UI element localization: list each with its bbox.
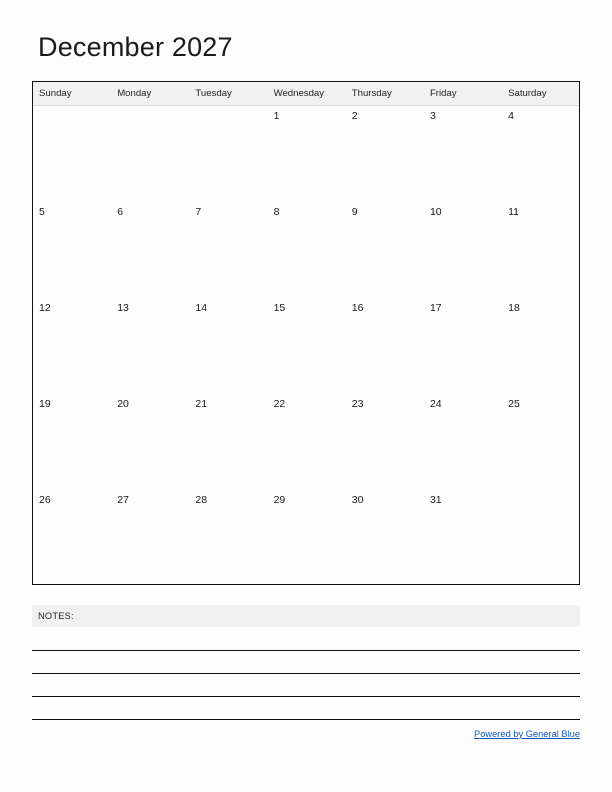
weekday-header-friday: Friday <box>429 88 457 99</box>
day-number: 19 <box>39 398 51 410</box>
day-number: 24 <box>429 398 442 410</box>
day-cell[interactable]: 31 <box>424 490 502 586</box>
weekday-header-wednesday: Wednesday <box>273 88 325 99</box>
day-cell[interactable] <box>189 106 267 202</box>
day-number: 12 <box>39 302 51 314</box>
day-number: 23 <box>351 398 364 410</box>
week-row: 19 20 21 22 23 24 25 <box>33 394 579 490</box>
notes-writing-area[interactable] <box>32 627 580 723</box>
day-cell[interactable]: 15 <box>268 298 346 394</box>
day-cell[interactable]: 29 <box>268 490 346 586</box>
day-number: 28 <box>195 494 208 506</box>
day-number: 9 <box>351 206 358 218</box>
day-number: 16 <box>351 302 364 314</box>
day-number: 8 <box>273 206 280 218</box>
week-row: 1 2 3 4 <box>33 106 579 202</box>
day-number: 29 <box>273 494 286 506</box>
day-cell[interactable]: 3 <box>424 106 502 202</box>
day-cell[interactable]: 20 <box>111 394 189 490</box>
day-number: 4 <box>508 110 514 122</box>
day-number: 7 <box>195 206 202 218</box>
day-number: 31 <box>429 494 442 506</box>
note-line <box>32 696 580 697</box>
day-cell[interactable]: 23 <box>346 394 424 490</box>
day-cell[interactable]: 30 <box>346 490 424 586</box>
day-number: 27 <box>117 494 129 506</box>
day-cell[interactable]: 5 <box>33 202 111 298</box>
day-cell[interactable]: 28 <box>189 490 267 586</box>
day-cell[interactable] <box>33 106 111 202</box>
day-number: 3 <box>429 110 436 122</box>
weekday-header-sunday: Sunday <box>39 88 72 99</box>
day-cell[interactable]: 10 <box>424 202 502 298</box>
weekday-header-tuesday: Tuesday <box>195 88 232 99</box>
day-cell[interactable]: 25 <box>502 394 580 490</box>
day-number: 6 <box>117 206 124 218</box>
day-number: 5 <box>39 206 45 218</box>
day-number: 30 <box>351 494 364 506</box>
day-cell[interactable]: 13 <box>111 298 189 394</box>
day-number: 18 <box>508 302 520 314</box>
day-cell[interactable]: 4 <box>502 106 580 202</box>
day-cell[interactable]: 14 <box>189 298 267 394</box>
day-cell[interactable]: 27 <box>111 490 189 586</box>
notes-label: NOTES: <box>38 611 74 621</box>
day-cell[interactable]: 19 <box>33 394 111 490</box>
day-cell[interactable] <box>502 490 580 586</box>
calendar-grid: Sunday Monday Tuesday Wednesday Thursday… <box>32 81 580 585</box>
day-cell[interactable] <box>111 106 189 202</box>
day-number: 14 <box>195 302 208 314</box>
weekday-header-saturday: Saturday <box>508 88 547 99</box>
day-cell[interactable]: 18 <box>502 298 580 394</box>
day-cell[interactable]: 12 <box>33 298 111 394</box>
day-number: 17 <box>429 302 442 314</box>
day-cell[interactable]: 8 <box>268 202 346 298</box>
note-line <box>32 673 580 674</box>
day-cell[interactable]: 11 <box>502 202 580 298</box>
day-number: 11 <box>508 206 520 218</box>
weekday-header-row: Sunday Monday Tuesday Wednesday Thursday… <box>33 82 579 106</box>
note-line <box>32 650 580 651</box>
week-row: 5 6 7 8 9 10 11 <box>33 202 579 298</box>
calendar-page: December 2027 Sunday Monday Tuesday Wedn… <box>0 0 612 792</box>
day-cell[interactable]: 17 <box>424 298 502 394</box>
day-number: 22 <box>273 398 286 410</box>
weekday-header-thursday: Thursday <box>351 88 392 99</box>
day-number: 20 <box>117 398 129 410</box>
day-cell[interactable]: 26 <box>33 490 111 586</box>
day-cell[interactable]: 1 <box>268 106 346 202</box>
week-row: 12 13 14 15 16 17 18 <box>33 298 579 394</box>
day-cell[interactable]: 21 <box>189 394 267 490</box>
day-cell[interactable]: 7 <box>189 202 267 298</box>
day-number: 10 <box>429 206 442 218</box>
day-number: 21 <box>195 398 208 410</box>
powered-by-link[interactable]: Powered by General Blue <box>474 729 580 739</box>
weekday-header-monday: Monday <box>117 88 152 99</box>
week-row: 26 27 28 29 30 31 <box>33 490 579 586</box>
note-line <box>32 719 580 720</box>
day-cell[interactable]: 24 <box>424 394 502 490</box>
day-number: 2 <box>351 110 358 122</box>
day-number: 13 <box>117 302 129 314</box>
day-number: 15 <box>273 302 286 314</box>
day-cell[interactable]: 6 <box>111 202 189 298</box>
day-cell[interactable]: 2 <box>346 106 424 202</box>
page-title: December 2027 <box>38 32 233 62</box>
day-cell[interactable]: 22 <box>268 394 346 490</box>
day-number: 26 <box>39 494 51 506</box>
day-number: 1 <box>273 110 280 122</box>
day-cell[interactable]: 9 <box>346 202 424 298</box>
notes-header-bar: NOTES: <box>32 605 580 627</box>
day-cell[interactable]: 16 <box>346 298 424 394</box>
day-number: 25 <box>508 398 520 410</box>
